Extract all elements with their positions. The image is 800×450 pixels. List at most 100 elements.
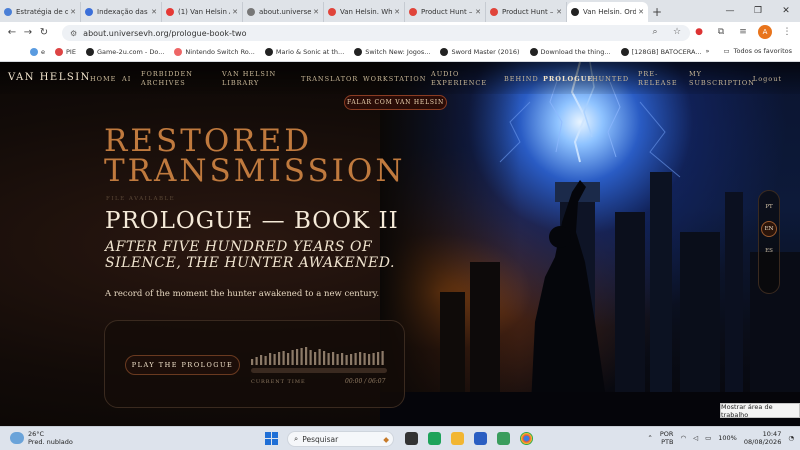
taskbar-search[interactable]: ⌕ Pesquisar ◆: [287, 431, 394, 447]
bookmark-star-icon[interactable]: ☆: [670, 25, 684, 39]
volume-icon[interactable]: ◁: [693, 434, 698, 442]
close-tab-icon[interactable]: ✕: [394, 8, 400, 16]
browser-tab[interactable]: (1) Van Helsin A ✕: [162, 2, 243, 22]
bookmark-item[interactable]: Sword Master (2016): [440, 48, 520, 56]
folder-icon: ▭: [723, 47, 730, 55]
address-bar-row: ← → ↻ ⚙ about.universevh.org/prologue-bo…: [0, 22, 800, 43]
waveform-bar: [368, 354, 371, 365]
browser-tab[interactable]: Van Helsin. Whe ✕: [324, 2, 405, 22]
url-input[interactable]: ⚙ about.universevh.org/prologue-book-two: [62, 25, 690, 41]
extension-icon[interactable]: ●: [692, 25, 706, 39]
bookmark-item[interactable]: Game-2u.com - Do...: [85, 48, 164, 56]
prologue-title: PROLOGUE — BOOK II: [105, 208, 399, 234]
close-tab-icon[interactable]: ✕: [556, 8, 562, 16]
menu-kebab-icon[interactable]: ⋮: [780, 25, 794, 39]
browser-tab[interactable]: about.universeV ✕: [243, 2, 324, 22]
close-tab-icon[interactable]: ✕: [70, 8, 76, 16]
search-highlight-icon: ◆: [383, 434, 389, 444]
task-view-icon[interactable]: [405, 432, 418, 445]
site-logo[interactable]: VAN HELSIN: [8, 72, 91, 83]
bookmark-item[interactable]: Switch New: Jogos...: [354, 48, 430, 56]
nav-behind[interactable]: BEHIND: [504, 75, 539, 84]
clock[interactable]: 10:47 08/08/2026: [744, 430, 781, 446]
nav-audio-experience[interactable]: AUDIO EXPERIENCE: [431, 70, 496, 88]
nav-prologue[interactable]: PROLOGUE: [543, 75, 593, 84]
close-tab-icon[interactable]: ✕: [232, 8, 238, 16]
browser-tab[interactable]: Product Hunt – ✕: [405, 2, 486, 22]
tab-favicon-icon: [328, 8, 336, 16]
notification-bell-icon[interactable]: ◔: [788, 434, 794, 442]
minimize-icon[interactable]: —: [716, 0, 744, 22]
nav-home[interactable]: HOME: [90, 75, 116, 84]
nav-ai[interactable]: AI: [122, 75, 131, 84]
waveform-bar: [332, 352, 335, 365]
chevron-right-icon[interactable]: »: [706, 47, 710, 55]
site-info-icon[interactable]: ⚙: [70, 29, 77, 38]
logout-link[interactable]: Logout: [753, 75, 782, 83]
close-tab-icon[interactable]: ✕: [313, 8, 319, 16]
tab-favicon-icon: [4, 8, 12, 16]
play-prologue-button[interactable]: PLAY THE PROLOGUE: [125, 355, 240, 375]
reading-list-icon[interactable]: ≡: [736, 25, 750, 39]
cloud-icon: [10, 432, 24, 444]
tab-favicon-icon: [490, 8, 498, 16]
wifi-icon[interactable]: ◠: [680, 434, 686, 442]
lang-pt-button[interactable]: PT: [761, 199, 777, 215]
all-bookmarks[interactable]: » ▭ Todos os favoritos: [706, 47, 792, 55]
zoom-icon[interactable]: ⌕: [648, 25, 662, 39]
close-window-icon[interactable]: ✕: [772, 0, 800, 22]
store-icon[interactable]: [474, 432, 487, 445]
bookmark-item[interactable]: Download the thing...: [529, 48, 611, 56]
new-tab-button[interactable]: +: [648, 2, 666, 22]
nav-hunted[interactable]: HUNTED: [592, 75, 629, 84]
battery-icon[interactable]: ▭: [705, 434, 711, 442]
bookmark-item[interactable]: [128GB] BATOCERA...: [620, 48, 702, 56]
bookmark-item[interactable]: e: [30, 48, 45, 56]
app-icon[interactable]: [497, 432, 510, 445]
back-icon[interactable]: ←: [4, 27, 20, 38]
browser-tab-active[interactable]: Van Helsin. Orde ✕: [567, 2, 648, 22]
maximize-icon[interactable]: ❐: [744, 0, 772, 22]
talk-to-van-helsin-button[interactable]: FALAR COM VAN HELSIN: [344, 95, 447, 110]
waveform-bar: [260, 355, 263, 365]
forward-icon[interactable]: →: [20, 27, 36, 38]
browser-tab[interactable]: Indexação das p ✕: [81, 2, 162, 22]
waveform-bar: [255, 357, 258, 365]
progress-track[interactable]: [251, 368, 387, 373]
lang-en-button[interactable]: EN: [761, 221, 777, 237]
waveform-bar: [305, 347, 308, 365]
close-tab-icon[interactable]: ✕: [638, 8, 644, 16]
reload-icon[interactable]: ↻: [36, 27, 52, 38]
nav-library[interactable]: VAN HELSIN LIBRARY: [222, 70, 292, 88]
bookmark-item[interactable]: PIE: [55, 48, 76, 56]
bookmark-favicon-icon: [55, 48, 63, 56]
file-explorer-icon[interactable]: [451, 432, 464, 445]
chevron-up-icon[interactable]: ⌃: [647, 434, 652, 442]
edge-icon[interactable]: [428, 432, 441, 445]
extensions-puzzle-icon[interactable]: ⧉: [714, 25, 728, 39]
globe-icon: [620, 48, 629, 56]
waveform-bar: [345, 355, 348, 365]
waveform-bar: [273, 354, 276, 365]
time-readout: 00:00 / 06:07: [345, 378, 386, 385]
weather-widget[interactable]: 26°C Pred. nublado: [10, 430, 73, 446]
nav-translator[interactable]: TRANSLATOR: [301, 75, 358, 84]
globe-icon: [440, 48, 449, 56]
browser-tab[interactable]: Product Hunt – ✕: [486, 2, 567, 22]
lang-es-button[interactable]: ES: [761, 243, 777, 259]
nav-forbidden-archives[interactable]: FORBIDDEN ARCHIVES: [141, 70, 211, 88]
close-tab-icon[interactable]: ✕: [475, 8, 481, 16]
profile-avatar[interactable]: A: [758, 25, 772, 39]
tab-strip: Estratégia de di ✕ Indexação das p ✕ (1) V…: [0, 0, 800, 22]
chrome-icon[interactable]: [520, 432, 533, 445]
close-tab-icon[interactable]: ✕: [151, 8, 157, 16]
nav-pre-release[interactable]: PRE-RELEASE: [638, 70, 683, 88]
bookmark-item[interactable]: Nintendo Switch Ro...: [174, 48, 255, 56]
waveform-bar: [264, 356, 267, 365]
browser-tab[interactable]: Estratégia de di ✕: [0, 2, 81, 22]
nav-my-subscription[interactable]: MY SUBSCRIPTION: [689, 70, 754, 88]
windows-start-icon[interactable]: [265, 432, 278, 445]
nav-workstation[interactable]: WORKSTATION: [363, 75, 426, 84]
bookmark-item[interactable]: Mario & Sonic at th...: [264, 48, 344, 56]
hero-headline: RESTORED TRANSMISSION: [104, 123, 406, 189]
